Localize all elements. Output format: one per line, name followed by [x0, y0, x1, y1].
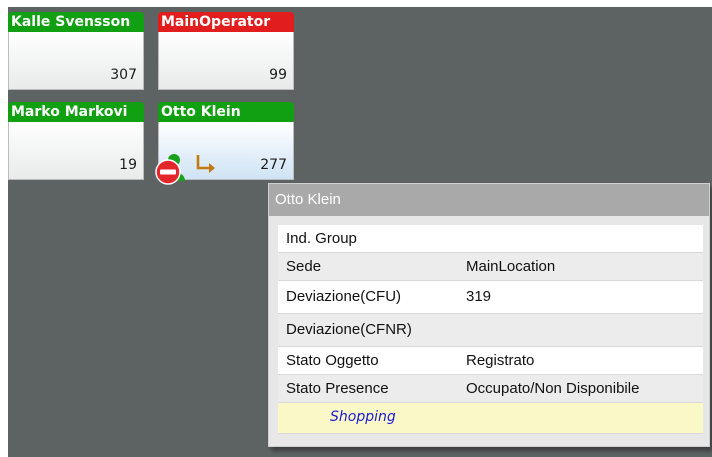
user-tile-body: 19 [8, 122, 144, 180]
detail-value: Registrato [466, 352, 535, 369]
operator-panel: Kalle Svensson 307 MainOperator 99 Marko… [8, 7, 712, 457]
user-tile-name: MainOperator [158, 12, 294, 32]
call-forward-icon [196, 155, 215, 173]
user-tile-mainoperator[interactable]: MainOperator 99 [158, 12, 294, 90]
detail-row-stato-presence: Stato Presence Occupato/Non Disponibile [278, 375, 703, 403]
presence-note: Shopping [330, 409, 396, 425]
user-tile-marko-markovi[interactable]: Marko Markovi 19 [8, 102, 144, 180]
user-tile-count: 307 [110, 67, 137, 83]
user-tile-body: 307 [8, 32, 144, 90]
detail-value: MainLocation [466, 258, 556, 275]
user-tile-body: 277 [155, 122, 294, 185]
user-tile-name: Otto Klein [158, 102, 294, 122]
do-not-disturb-presence-icon [155, 154, 185, 185]
detail-value: Occupato/Non Disponibile [466, 380, 640, 397]
user-tile-count: 277 [260, 157, 287, 173]
detail-label: Stato Presence [286, 380, 389, 397]
user-tile-otto-klein[interactable]: Otto Klein 277 [155, 102, 294, 185]
user-tile-kalle-svensson[interactable]: Kalle Svensson 307 [8, 12, 144, 90]
detail-row-sede: Sede MainLocation [278, 253, 703, 281]
detail-value: 319 [466, 288, 492, 305]
detail-label: Sede [286, 258, 322, 275]
detail-label: Ind. Group [286, 230, 357, 247]
tooltip-title: Otto Klein [269, 184, 709, 216]
user-info-tooltip: Otto Klein Ind. Group Sede MainLocation … [268, 183, 710, 447]
detail-row-deviazione-cfu: Deviazione(CFU) 319 [278, 281, 703, 314]
user-tile-count: 99 [269, 67, 287, 83]
user-tile-name: Marko Markovi [8, 102, 144, 122]
detail-label: Deviazione(CFNR) [286, 321, 412, 338]
detail-label: Stato Oggetto [286, 352, 379, 369]
user-tile-name: Kalle Svensson [8, 12, 144, 32]
presence-note-row: Shopping [278, 403, 703, 434]
user-details-table: Ind. Group Sede MainLocation Deviazione(… [278, 225, 703, 434]
detail-row-stato-oggetto: Stato Oggetto Registrato [278, 347, 703, 375]
detail-row-ind-group: Ind. Group [278, 225, 703, 253]
detail-label: Deviazione(CFU) [286, 288, 402, 305]
user-tile-count: 19 [119, 157, 137, 173]
user-tile-body: 99 [158, 32, 294, 90]
detail-row-deviazione-cfnr: Deviazione(CFNR) [278, 314, 703, 347]
